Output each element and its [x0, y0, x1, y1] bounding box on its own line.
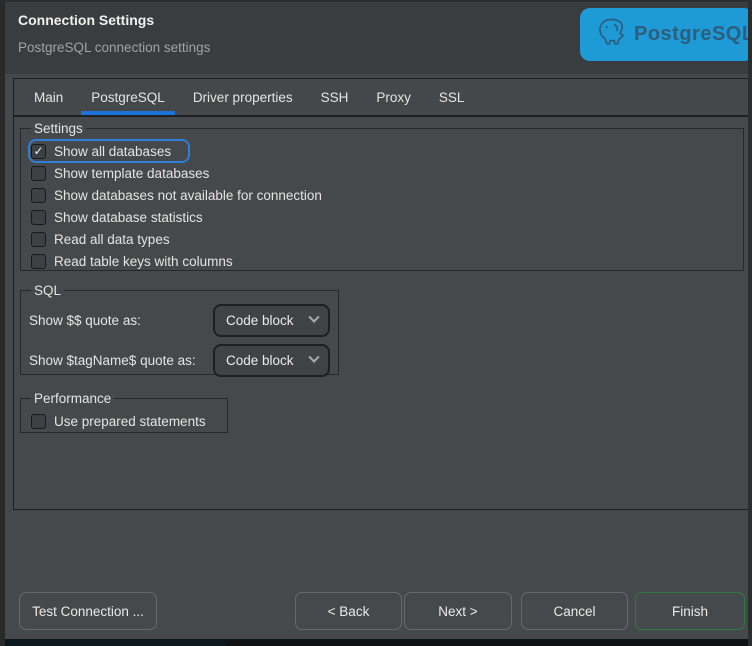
- checkbox-label: Show database statistics: [54, 210, 203, 225]
- checkbox-use-prepared-statements[interactable]: [31, 414, 46, 429]
- cancel-button[interactable]: Cancel: [521, 592, 628, 630]
- checkbox-read-table-keys[interactable]: [31, 254, 46, 269]
- postgresql-elephant-icon: [594, 15, 628, 54]
- checkbox-read-all-data-types[interactable]: [31, 232, 46, 247]
- sql-group: SQL Show $$ quote as: Code block Show $t…: [20, 283, 339, 375]
- tab-driver-properties[interactable]: Driver properties: [179, 79, 307, 115]
- background-window-corner: [225, 640, 752, 646]
- checkbox-show-database-statistics[interactable]: [31, 210, 46, 225]
- connection-settings-dialog: Connection Settings PostgreSQL connectio…: [0, 0, 752, 646]
- checkbox-row-show-database-statistics[interactable]: Show database statistics: [29, 206, 735, 228]
- checkbox-label: Use prepared statements: [54, 414, 206, 429]
- postgresql-banner: PostgreSQL: [580, 8, 752, 61]
- checkbox-show-all-databases[interactable]: ✓: [31, 144, 46, 159]
- checkbox-row-show-all-databases[interactable]: ✓ Show all databases: [29, 140, 189, 162]
- background-window-strip: [0, 639, 752, 646]
- settings-group-legend: Settings: [31, 121, 86, 136]
- tab-bar: Main PostgreSQL Driver properties SSH Pr…: [13, 78, 750, 116]
- performance-group-legend: Performance: [31, 391, 114, 406]
- tab-postgresql[interactable]: PostgreSQL: [77, 79, 179, 115]
- chevron-down-icon: [308, 352, 319, 363]
- postgresql-logo-text: PostgreSQL: [634, 23, 752, 46]
- background-window-edge: [0, 38, 4, 52]
- tagname-quote-label: Show $tagName$ quote as:: [29, 353, 196, 368]
- tab-proxy[interactable]: Proxy: [362, 79, 425, 115]
- chevron-down-icon: [308, 312, 319, 323]
- sql-group-legend: SQL: [31, 283, 64, 298]
- back-button[interactable]: < Back: [295, 592, 402, 630]
- checkbox-row-show-template-databases[interactable]: Show template databases: [29, 162, 735, 184]
- checkbox-label: Show databases not available for connect…: [54, 188, 322, 203]
- dialog-header: Connection Settings PostgreSQL connectio…: [5, 2, 748, 74]
- settings-group: Settings ✓ Show all databases Show templ…: [20, 121, 744, 271]
- checkbox-show-unavailable-databases[interactable]: [31, 188, 46, 203]
- next-button[interactable]: Next >: [404, 592, 512, 630]
- checkbox-show-template-databases[interactable]: [31, 166, 46, 181]
- tab-main[interactable]: Main: [20, 79, 77, 115]
- sql-row-dollar-quote: Show $$ quote as: Code block: [29, 300, 330, 340]
- dropdown-selected-value: Code block: [226, 353, 294, 368]
- checkbox-label: Read all data types: [54, 232, 170, 247]
- checkbox-row-read-table-keys[interactable]: Read table keys with columns: [29, 250, 735, 272]
- checkbox-label: Show template databases: [54, 166, 209, 181]
- checkbox-row-use-prepared-statements[interactable]: Use prepared statements: [29, 410, 219, 432]
- tab-content-panel: Settings ✓ Show all databases Show templ…: [13, 116, 750, 510]
- dialog-button-bar: Test Connection ... < Back Next > Cancel…: [5, 592, 748, 630]
- sql-row-tagname-quote: Show $tagName$ quote as: Code block: [29, 340, 330, 380]
- checkbox-row-read-all-data-types[interactable]: Read all data types: [29, 228, 735, 250]
- performance-group: Performance Use prepared statements: [20, 391, 228, 433]
- dialog-title: Connection Settings: [18, 12, 154, 28]
- finish-button[interactable]: Finish: [635, 592, 745, 630]
- tab-ssh[interactable]: SSH: [307, 79, 363, 115]
- dollar-quote-label: Show $$ quote as:: [29, 313, 141, 328]
- background-window-scrollbar: [0, 102, 4, 154]
- dialog-subtitle: PostgreSQL connection settings: [18, 40, 210, 55]
- test-connection-button[interactable]: Test Connection ...: [19, 592, 157, 630]
- checkbox-label: Show all databases: [54, 144, 171, 159]
- tagname-quote-dropdown[interactable]: Code block: [213, 344, 330, 377]
- checkbox-label: Read table keys with columns: [54, 254, 233, 269]
- checkbox-row-show-unavailable-databases[interactable]: Show databases not available for connect…: [29, 184, 735, 206]
- dollar-quote-dropdown[interactable]: Code block: [213, 304, 330, 337]
- tab-ssl[interactable]: SSL: [425, 79, 479, 115]
- dropdown-selected-value: Code block: [226, 313, 294, 328]
